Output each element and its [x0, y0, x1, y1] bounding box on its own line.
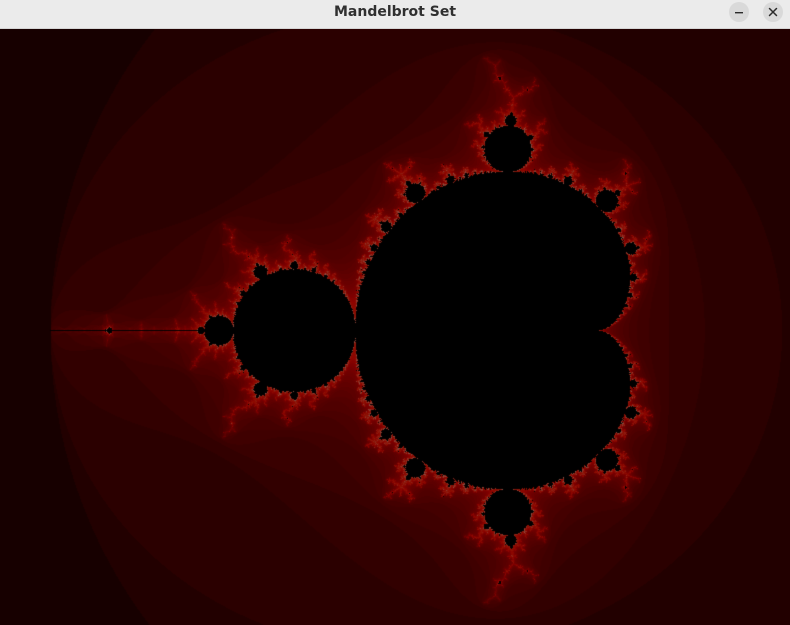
- minimize-button[interactable]: [729, 2, 749, 22]
- window-title: Mandelbrot Set: [333, 4, 457, 20]
- app-window: Mandelbrot Set: [0, 0, 790, 625]
- close-button[interactable]: [763, 2, 783, 22]
- title-bar[interactable]: Mandelbrot Set: [0, 0, 790, 29]
- fractal-canvas-area[interactable]: [0, 29, 790, 625]
- mandelbrot-canvas[interactable]: [0, 29, 790, 625]
- minimize-icon: [735, 12, 743, 14]
- close-icon: [768, 7, 778, 17]
